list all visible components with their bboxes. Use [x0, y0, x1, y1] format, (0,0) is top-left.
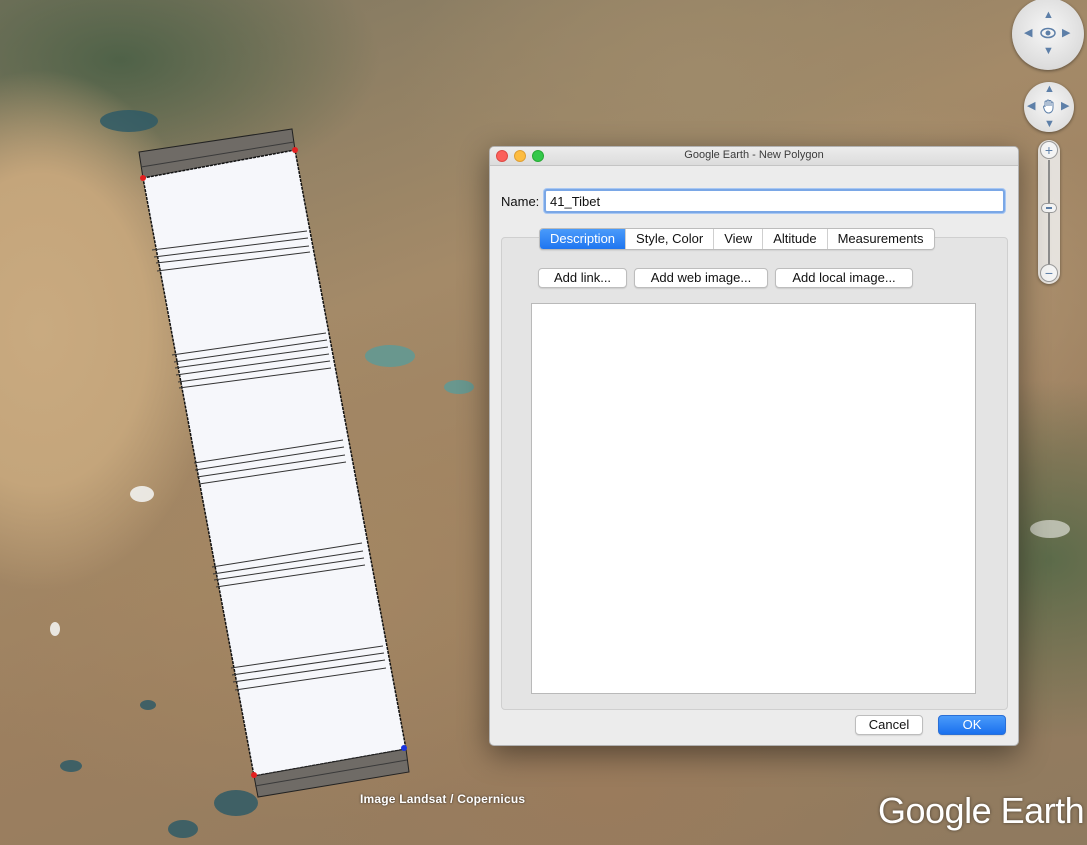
vertex-handle[interactable]: [140, 175, 146, 181]
look-right-arrow-icon[interactable]: ▶: [1062, 28, 1070, 39]
vertex-handle[interactable]: [251, 772, 257, 778]
tab-view[interactable]: View: [713, 229, 762, 249]
move-up-arrow-icon[interactable]: ▲: [1044, 84, 1055, 95]
new-polygon-dialog: Google Earth - New Polygon Name: Add lin…: [489, 146, 1019, 746]
move-control[interactable]: ▲ ▼ ◀ ▶: [1024, 82, 1074, 132]
zoom-thumb[interactable]: [1041, 203, 1057, 213]
zoom-slider[interactable]: + −: [1038, 140, 1060, 284]
tab-bar: Description Style, Color View Altitude M…: [539, 228, 935, 250]
add-link-button[interactable]: Add link...: [538, 268, 627, 288]
zoom-in-button[interactable]: +: [1040, 141, 1058, 159]
move-right-arrow-icon[interactable]: ▶: [1061, 101, 1069, 112]
cancel-button[interactable]: Cancel: [855, 715, 923, 735]
hand-icon: [1043, 99, 1054, 114]
title-bar[interactable]: Google Earth - New Polygon: [490, 147, 1018, 166]
move-left-arrow-icon[interactable]: ◀: [1027, 101, 1035, 112]
window-title: Google Earth - New Polygon: [684, 149, 824, 161]
description-editor[interactable]: [531, 303, 976, 694]
zoom-out-button[interactable]: −: [1040, 264, 1058, 282]
zoom-track[interactable]: [1048, 160, 1050, 266]
look-up-arrow-icon[interactable]: ▲: [1043, 10, 1054, 21]
look-control[interactable]: ▲ ▼ ◀ ▶: [1012, 0, 1084, 70]
tab-measurements[interactable]: Measurements: [826, 229, 934, 249]
move-down-arrow-icon[interactable]: ▼: [1044, 119, 1055, 130]
name-label: Name:: [501, 194, 540, 209]
ok-button[interactable]: OK: [938, 715, 1006, 735]
add-web-image-button[interactable]: Add web image...: [634, 268, 768, 288]
imagery-attribution: Image Landsat / Copernicus: [360, 792, 526, 806]
name-input[interactable]: [544, 189, 1005, 213]
vertex-handle-selected[interactable]: [401, 745, 407, 751]
look-down-arrow-icon[interactable]: ▼: [1043, 46, 1054, 57]
add-local-image-button[interactable]: Add local image...: [775, 268, 913, 288]
tab-altitude[interactable]: Altitude: [762, 229, 826, 249]
polygon-body: [142, 149, 407, 777]
google-earth-logo: Google Earth: [878, 790, 1085, 831]
tab-description[interactable]: Description: [540, 229, 626, 249]
vertex-handle[interactable]: [292, 147, 298, 153]
eye-icon: [1040, 27, 1056, 39]
look-left-arrow-icon[interactable]: ◀: [1024, 28, 1032, 39]
tab-style-color[interactable]: Style, Color: [625, 229, 713, 249]
